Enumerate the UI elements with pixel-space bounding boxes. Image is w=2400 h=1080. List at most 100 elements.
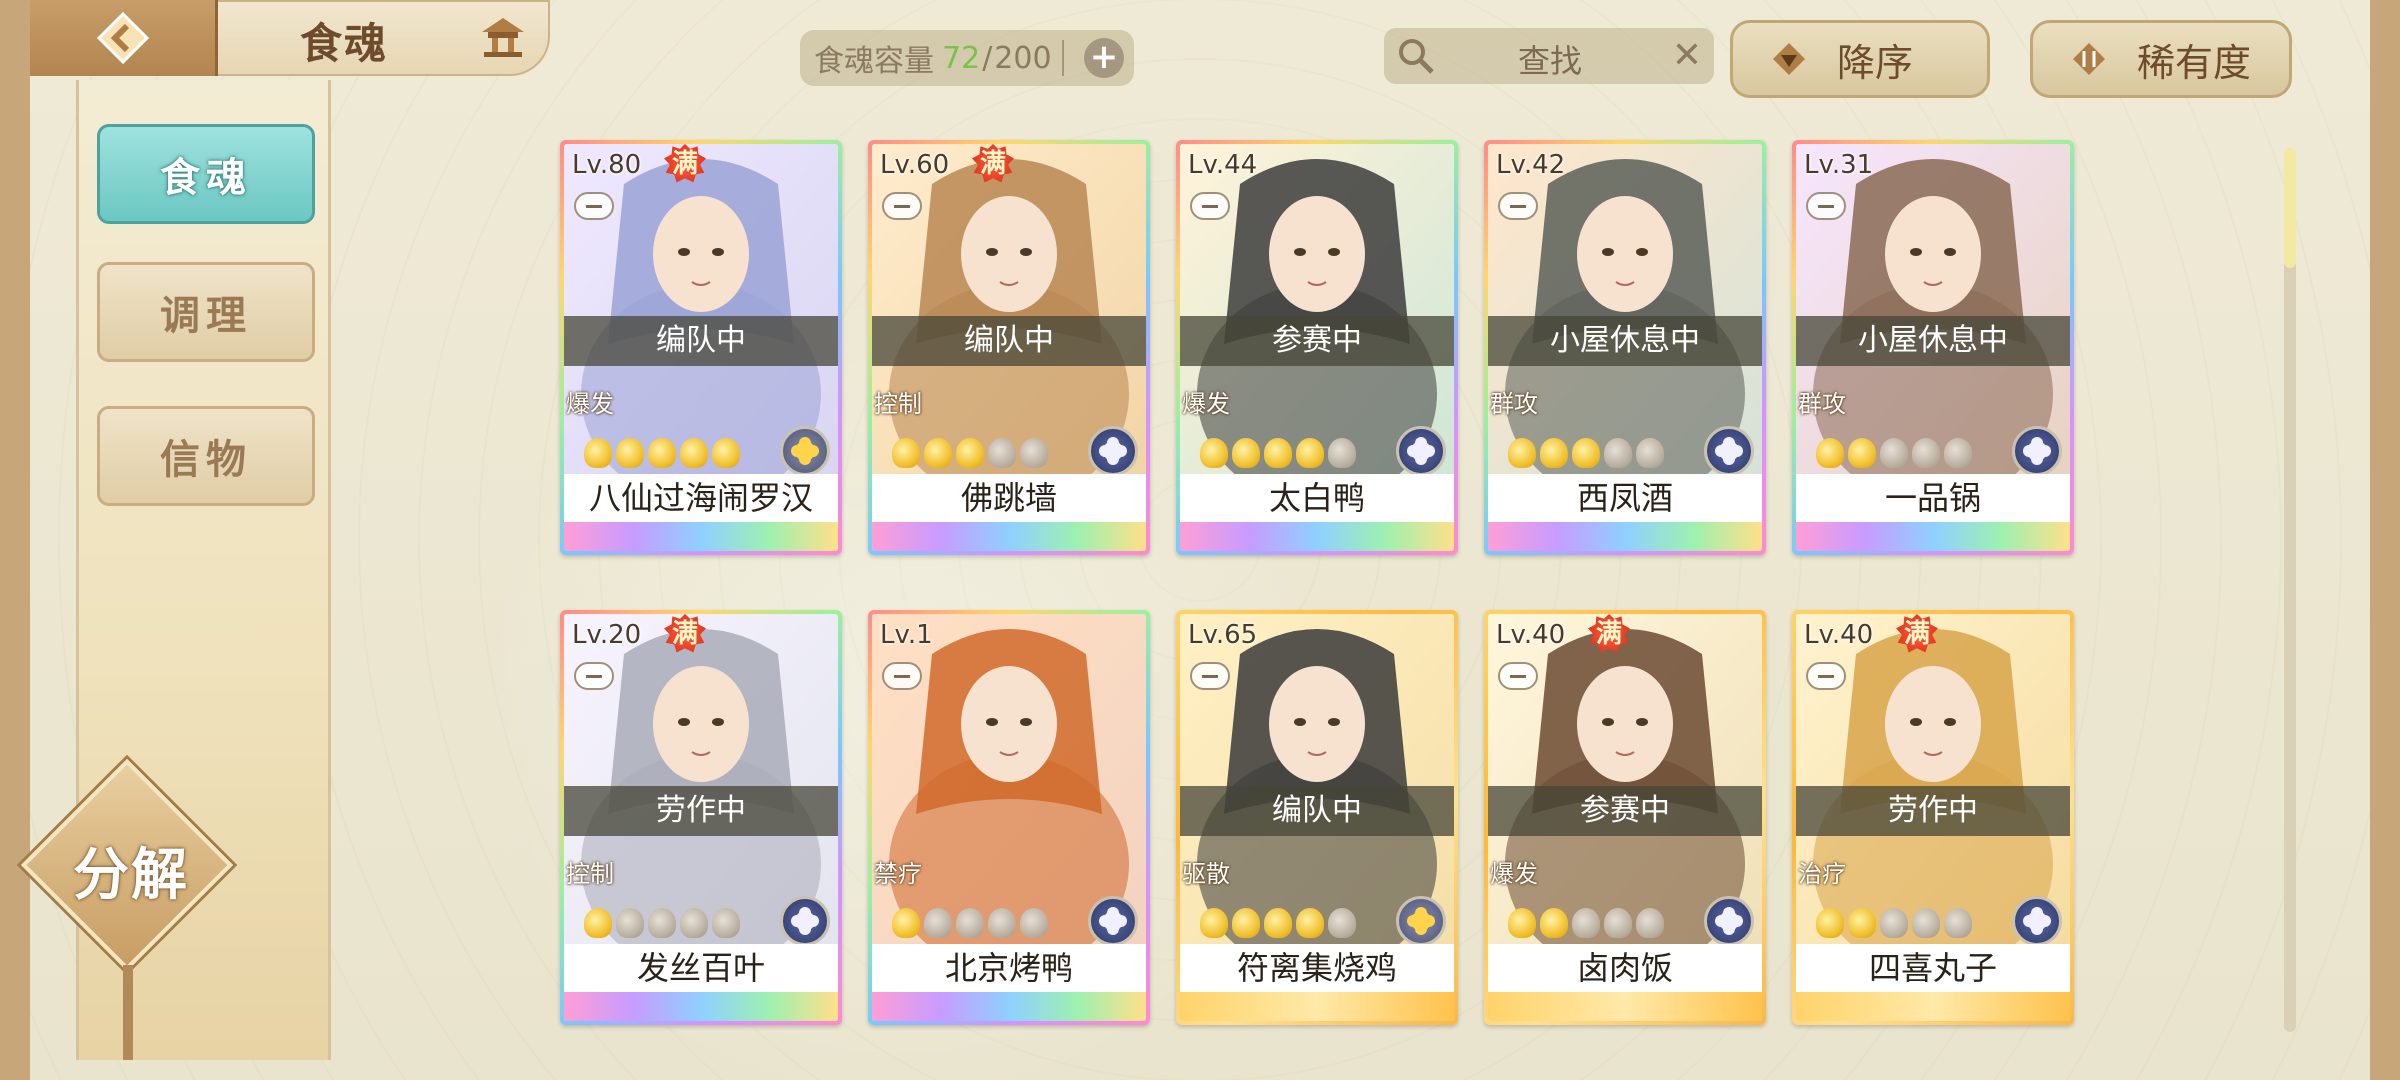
role-badge: 爆发: [564, 382, 624, 426]
card-body: Lv.42 小屋休息中 群攻 西凤酒: [1488, 144, 1762, 551]
character-name: 一品锅: [1796, 474, 2070, 522]
scrollbar-thumb[interactable]: [2284, 148, 2296, 268]
role-label: 控制: [566, 860, 614, 888]
role-badge: 驱散: [1180, 852, 1240, 896]
character-name: 太白鸭: [1180, 474, 1454, 522]
capacity-max: 200: [994, 40, 1052, 76]
tab-tokens[interactable]: 信物: [97, 406, 315, 506]
pavilion-icon[interactable]: [478, 14, 528, 60]
card-body: Lv.65 编队中 驱散 符离集烧鸡: [1180, 614, 1454, 1021]
element-icon: [2012, 426, 2062, 476]
lock-toggle-icon[interactable]: [1190, 662, 1230, 690]
star-filled-icon: [680, 438, 708, 468]
lock-toggle-icon[interactable]: [1190, 192, 1230, 220]
element-icon: [780, 426, 830, 476]
tab-conditioning[interactable]: 调理: [97, 262, 315, 362]
food-soul-card[interactable]: Lv.40 满劳作中 治疗 四喜丸子: [1792, 610, 2074, 1025]
star-filled-icon: [956, 438, 984, 468]
lock-toggle-icon[interactable]: [882, 662, 922, 690]
status-label: 编队中: [1180, 786, 1454, 836]
lock-toggle-icon[interactable]: [1498, 192, 1538, 220]
status-label: 小屋休息中: [1488, 316, 1762, 366]
card-rarity-strip: [1488, 522, 1762, 551]
level-label: Lv.60: [880, 150, 950, 180]
capacity-current: 72: [942, 40, 981, 76]
element-icon: [1396, 426, 1446, 476]
card-body: Lv.31 小屋休息中 群攻 一品锅: [1796, 144, 2070, 551]
card-body: Lv.80 满编队中 爆发 八仙过海闹罗汉: [564, 144, 838, 551]
star-filled-icon: [1540, 438, 1568, 468]
food-soul-card[interactable]: Lv.42 小屋休息中 群攻 西凤酒: [1484, 140, 1766, 555]
scrollbar-track[interactable]: [2284, 148, 2296, 1032]
star-rating: [1200, 908, 1356, 938]
food-soul-card[interactable]: Lv.65 编队中 驱散 符离集烧鸡: [1176, 610, 1458, 1025]
food-soul-card[interactable]: Lv.80 满编队中 爆发 八仙过海闹罗汉: [560, 140, 842, 555]
star-filled-icon: [1848, 908, 1876, 938]
star-filled-icon: [924, 438, 952, 468]
status-label: 编队中: [872, 316, 1146, 366]
star-filled-icon: [892, 908, 920, 938]
star-filled-icon: [1508, 908, 1536, 938]
expand-capacity-button[interactable]: +: [1084, 38, 1124, 78]
lock-toggle-icon[interactable]: [1498, 662, 1538, 690]
status-label: 编队中: [564, 316, 838, 366]
element-icon: [1704, 896, 1754, 946]
character-name: 北京烤鸭: [872, 944, 1146, 992]
food-soul-card[interactable]: Lv.1 禁疗 北京烤鸭: [868, 610, 1150, 1025]
sort-rarity-label: 稀有度: [2137, 40, 2252, 85]
clear-search-icon[interactable]: ✕: [1672, 36, 1702, 76]
status-label: 参赛中: [1488, 786, 1762, 836]
role-label: 治疗: [1798, 860, 1846, 888]
level-label: Lv.65: [1188, 620, 1258, 650]
star-empty-icon: [1944, 908, 1972, 938]
lock-toggle-icon[interactable]: [574, 192, 614, 220]
star-empty-icon: [1604, 908, 1632, 938]
star-rating: [1200, 438, 1356, 468]
decompose-label: 分解: [73, 843, 189, 908]
food-soul-card[interactable]: Lv.20 满劳作中 控制 发丝百叶: [560, 610, 842, 1025]
lock-toggle-icon[interactable]: [1806, 662, 1846, 690]
star-empty-icon: [712, 908, 740, 938]
card-rarity-strip: [1488, 992, 1762, 1021]
star-filled-icon: [1540, 908, 1568, 938]
role-label: 控制: [874, 390, 922, 418]
food-soul-card[interactable]: Lv.44 参赛中 爆发 太白鸭: [1176, 140, 1458, 555]
character-name: 发丝百叶: [564, 944, 838, 992]
capacity-label: 食魂容量: [814, 44, 934, 79]
sort-down-icon: [1773, 43, 1805, 75]
sort-toggle-icon: [2073, 43, 2105, 75]
star-filled-icon: [616, 438, 644, 468]
star-filled-icon: [1200, 438, 1228, 468]
tab-food-souls[interactable]: 食魂: [97, 124, 315, 224]
element-icon: [1088, 896, 1138, 946]
role-label: 禁疗: [874, 860, 922, 888]
lock-toggle-icon[interactable]: [574, 662, 614, 690]
star-empty-icon: [1328, 908, 1356, 938]
food-soul-card[interactable]: Lv.31 小屋休息中 群攻 一品锅: [1792, 140, 2074, 555]
lock-toggle-icon[interactable]: [1806, 192, 1846, 220]
sort-order-label: 降序: [1837, 40, 1914, 85]
card-body: Lv.44 参赛中 爆发 太白鸭: [1180, 144, 1454, 551]
sort-rarity-button[interactable]: 稀有度: [2030, 20, 2292, 98]
lock-toggle-icon[interactable]: [882, 192, 922, 220]
back-arrow-icon: [96, 11, 149, 65]
character-name: 八仙过海闹罗汉: [564, 474, 838, 522]
food-soul-card[interactable]: Lv.60 满编队中 控制 佛跳墙: [868, 140, 1150, 555]
star-filled-icon: [584, 438, 612, 468]
status-label: 劳作中: [564, 786, 838, 836]
star-filled-icon: [1816, 908, 1844, 938]
sort-order-button[interactable]: 降序: [1730, 20, 1990, 98]
role-badge: 爆发: [1180, 382, 1240, 426]
search-input[interactable]: 查找 ✕: [1384, 28, 1714, 84]
character-name: 卤肉饭: [1488, 944, 1762, 992]
star-empty-icon: [1912, 438, 1940, 468]
back-button[interactable]: [30, 0, 218, 76]
page-title: 食魂: [300, 19, 389, 68]
star-empty-icon: [1604, 438, 1632, 468]
left-edge: [0, 0, 30, 1080]
card-rarity-strip: [1796, 522, 2070, 551]
star-empty-icon: [1636, 908, 1664, 938]
food-soul-card[interactable]: Lv.40 满参赛中 爆发 卤肉饭: [1484, 610, 1766, 1025]
star-empty-icon: [648, 908, 676, 938]
level-label: Lv.31: [1804, 150, 1874, 180]
